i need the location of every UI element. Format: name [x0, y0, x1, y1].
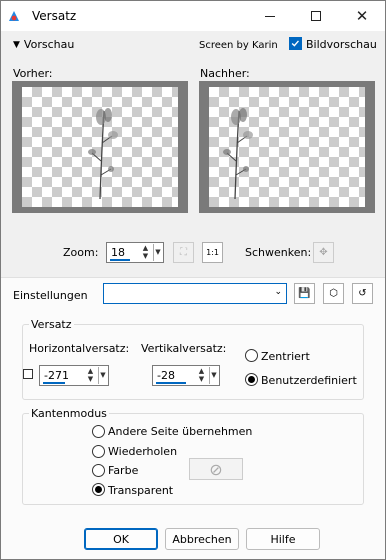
reset-button[interactable]: ↺: [352, 283, 373, 304]
cube-icon: ⬡: [329, 288, 338, 299]
image-preview-checkbox[interactable]: [289, 37, 302, 50]
fit-icon: ⛶: [180, 247, 187, 258]
preview-toggle-label: Vorschau: [23, 38, 75, 51]
horizontal-offset-label: Horizontalversatz:: [29, 342, 130, 355]
zoom-label: Zoom:: [63, 246, 99, 259]
spin-arrows-icon[interactable]: ▲ ▼: [196, 367, 207, 384]
zoom-value: 18: [111, 246, 125, 259]
before-preview[interactable]: [12, 81, 188, 213]
maximize-icon: [311, 11, 321, 21]
pan-icon: ✥: [319, 247, 328, 258]
horizontal-offset-input[interactable]: -271 ▲ ▼ ▼: [39, 365, 109, 386]
actual-size-button[interactable]: 1:1: [202, 242, 223, 263]
dropdown-arrow-icon[interactable]: ▼: [153, 244, 162, 261]
flower-image: [88, 108, 118, 200]
zoom-input[interactable]: 18 ▲ ▼ ▼: [106, 242, 164, 263]
floppy-disk-icon: 💾: [298, 288, 311, 299]
zoom-fit-button[interactable]: ⛶: [173, 242, 194, 263]
input-underline: [43, 382, 65, 384]
before-label: Vorher:: [13, 67, 53, 80]
close-button[interactable]: ✕: [339, 1, 385, 31]
after-preview: [199, 81, 375, 213]
dropdown-arrow-icon[interactable]: ▼: [98, 367, 107, 384]
link-offsets-checkbox[interactable]: [23, 369, 33, 379]
actual-size-icon: 1:1: [206, 248, 219, 257]
collapse-triangle-icon: ▼: [13, 39, 20, 50]
dialog-window: Versatz ✕ ▼ Vorschau Screen by Karin Bil…: [0, 0, 386, 560]
cancel-button[interactable]: Abbrechen: [165, 528, 239, 550]
checkmark-icon: [291, 40, 299, 47]
spin-arrows-icon[interactable]: ▲ ▼: [140, 244, 151, 261]
user-defined-radio[interactable]: [245, 373, 258, 386]
pan-button[interactable]: ✥: [313, 242, 334, 263]
edge-option-label: Wiederholen: [108, 445, 178, 458]
help-button-label: Hilfe: [270, 532, 296, 546]
edge-color-radio[interactable]: [92, 464, 105, 477]
edge-wrap-radio[interactable]: [92, 425, 105, 438]
centered-radio[interactable]: [245, 349, 258, 362]
flower-image: [223, 108, 253, 200]
disabled-icon: ⊘: [209, 459, 223, 479]
spin-arrows-icon[interactable]: ▲ ▼: [85, 367, 96, 384]
user-defined-label: Benutzerdefiniert: [261, 374, 357, 387]
pan-label: Schwenken:: [245, 246, 312, 259]
image-preview-label: Bildvorschau: [306, 38, 377, 51]
input-underline: [110, 259, 130, 261]
dropdown-arrow-icon[interactable]: ▼: [209, 367, 218, 384]
close-icon: ✕: [355, 7, 369, 25]
minimize-icon: [265, 15, 275, 17]
preset-options-button[interactable]: ⬡: [323, 283, 344, 304]
ok-button[interactable]: OK: [84, 528, 158, 550]
edge-option-label: Farbe: [108, 464, 139, 477]
vertical-offset-input[interactable]: -28 ▲ ▼ ▼: [152, 365, 220, 386]
edge-option-label: Transparent: [108, 484, 174, 497]
cancel-button-label: Abbrechen: [172, 532, 232, 546]
app-icon: [9, 11, 19, 21]
ok-button-label: OK: [113, 532, 129, 546]
edge-option-label: Andere Seite übernehmen: [108, 425, 253, 438]
save-preset-button[interactable]: 💾: [294, 283, 315, 304]
edge-repeat-radio[interactable]: [92, 445, 105, 458]
input-underline: [156, 382, 186, 384]
after-label: Nachher:: [200, 67, 250, 80]
credit-text: Screen by Karin: [199, 40, 278, 51]
settings-label: Einstellungen: [13, 289, 88, 302]
help-button[interactable]: Hilfe: [246, 528, 320, 550]
chevron-down-icon: ⌄: [274, 287, 282, 297]
settings-preset-select[interactable]: ⌄: [103, 283, 287, 304]
centered-label: Zentriert: [261, 350, 310, 363]
preview-toggle[interactable]: ▼ Vorschau: [13, 38, 74, 51]
window-title: Versatz: [32, 9, 77, 23]
edge-mode-group-title: Kantenmodus: [29, 407, 109, 420]
offset-group-title: Versatz: [29, 318, 74, 331]
offset-group: [22, 324, 364, 400]
reset-arrow-icon: ↺: [358, 288, 367, 299]
vertical-offset-value: -28: [157, 369, 175, 382]
vertical-offset-label: Vertikalversatz:: [141, 342, 227, 355]
edge-color-swatch[interactable]: ⊘: [189, 458, 243, 480]
minimize-button[interactable]: [247, 1, 293, 31]
title-bar: Versatz ✕: [1, 1, 385, 31]
edge-transparent-radio[interactable]: [92, 483, 105, 496]
maximize-button[interactable]: [293, 1, 339, 31]
horizontal-offset-value: -271: [44, 369, 69, 382]
